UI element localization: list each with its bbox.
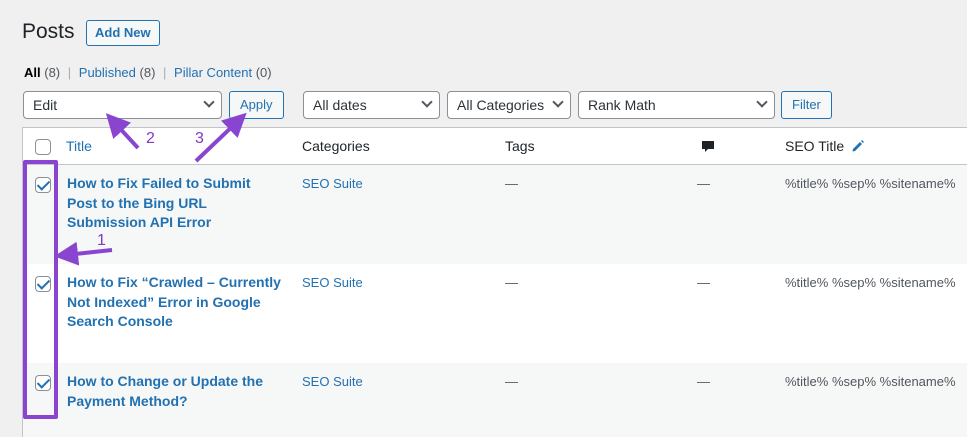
add-new-button[interactable]: Add New (86, 20, 160, 46)
page-title: Posts (22, 20, 75, 43)
row-checkbox[interactable] (35, 375, 51, 391)
filter-all-link[interactable]: All (24, 65, 41, 80)
chevron-down-icon (203, 96, 215, 108)
posts-table: Title Categories Tags SEO Title How to F… (22, 127, 967, 437)
filter-button[interactable]: Filter (781, 91, 832, 119)
chevron-down-icon (552, 96, 564, 108)
filter-pillar-count: (0) (255, 65, 272, 80)
select-all-checkbox[interactable] (35, 139, 51, 155)
column-seo-title: SEO Title (785, 138, 845, 154)
separator: | (67, 65, 72, 80)
post-tags: — (505, 176, 518, 191)
post-seo-title: %title% %sep% %sitename% (785, 374, 956, 389)
category-filter-select[interactable]: All Categories (447, 91, 571, 119)
separator: | (163, 65, 167, 80)
bulk-action-value: Edit (33, 97, 58, 113)
filter-all-count: (8) (44, 65, 61, 80)
filter-published-count: (8) (139, 65, 156, 80)
pencil-icon[interactable] (851, 139, 865, 153)
filter-published-link[interactable]: Published (79, 65, 136, 80)
column-categories: Categories (302, 138, 370, 154)
post-comments: — (697, 374, 710, 389)
bulk-action-select[interactable]: Edit (23, 91, 222, 119)
status-filter-links: All (8) | Published (8) | Pillar Content… (24, 65, 272, 80)
post-tags: — (505, 275, 518, 290)
post-comments: — (697, 176, 710, 191)
category-filter-value: All Categories (457, 97, 545, 113)
row-checkbox[interactable] (35, 177, 51, 193)
post-comments: — (697, 275, 710, 290)
date-filter-value: All dates (313, 97, 367, 113)
chevron-down-icon (756, 96, 768, 108)
post-title-link[interactable]: How to Fix “Crawled – Currently Not Inde… (67, 273, 297, 332)
apply-button[interactable]: Apply (229, 91, 284, 119)
post-tags: — (505, 374, 518, 389)
date-filter-select[interactable]: All dates (303, 91, 440, 119)
row-checkbox[interactable] (35, 276, 51, 292)
post-seo-title: %title% %sep% %sitename% (785, 275, 956, 290)
seo-filter-value: Rank Math (588, 97, 656, 113)
chevron-down-icon (421, 96, 433, 108)
post-title-link[interactable]: How to Change or Update the Payment Meth… (67, 372, 267, 411)
table-header: Title Categories Tags SEO Title (23, 128, 967, 165)
column-title[interactable]: Title (66, 138, 92, 154)
post-category-link[interactable]: SEO Suite (302, 374, 363, 389)
comment-icon[interactable] (701, 140, 715, 154)
post-category-link[interactable]: SEO Suite (302, 176, 363, 191)
column-tags: Tags (505, 138, 535, 154)
post-title-link[interactable]: How to Fix Failed to Submit Post to the … (67, 174, 267, 233)
post-seo-title: %title% %sep% %sitename% (785, 176, 956, 191)
filter-pillar-link[interactable]: Pillar Content (174, 65, 252, 80)
seo-filter-select[interactable]: Rank Math (578, 91, 775, 119)
post-category-link[interactable]: SEO Suite (302, 275, 363, 290)
table-row: How to Fix Failed to Submit Post to the … (23, 165, 967, 264)
table-row: How to Fix “Crawled – Currently Not Inde… (23, 264, 967, 363)
posts-screen: Posts Add New All (8) | Published (8) | … (0, 0, 967, 437)
table-row: How to Change or Update the Payment Meth… (23, 363, 967, 437)
